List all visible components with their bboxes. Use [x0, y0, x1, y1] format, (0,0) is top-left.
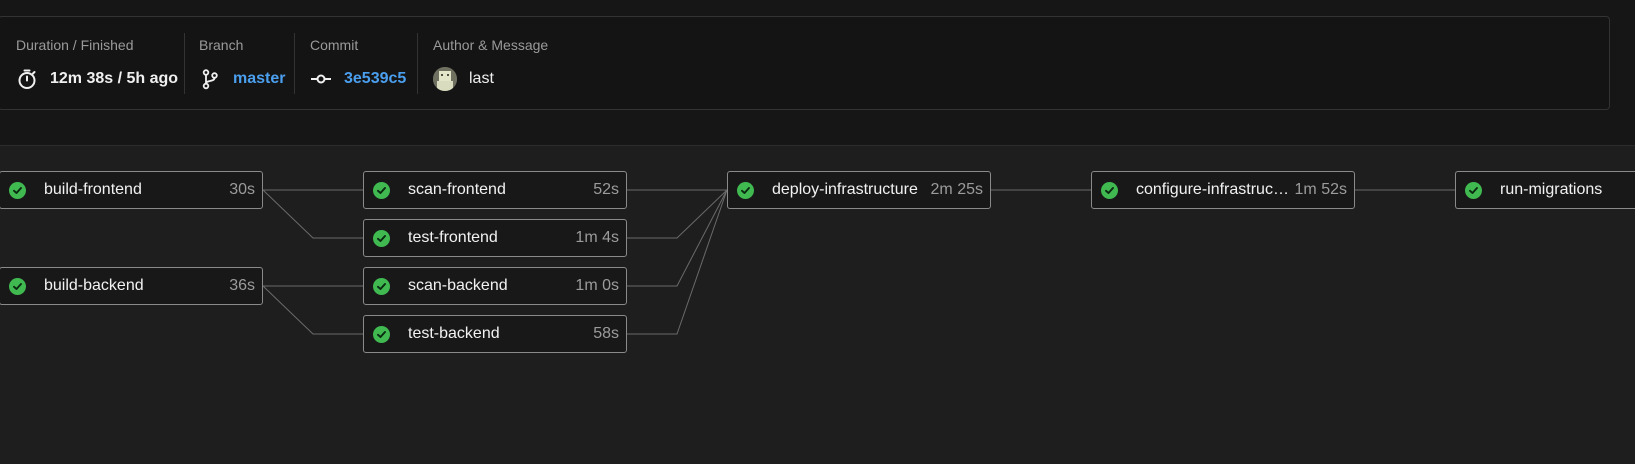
commit-value-row: 3e539c5	[310, 65, 406, 93]
pipeline-header: Duration / Finished 12m 38s / 5h ago Bra…	[0, 0, 1635, 146]
job-name: configure-infrastructure	[1136, 181, 1291, 198]
branch-link[interactable]: master	[233, 70, 285, 88]
success-check-icon	[373, 325, 390, 343]
duration-label: Duration / Finished	[16, 37, 134, 53]
branch-value-row: master	[199, 65, 285, 93]
success-check-icon	[1465, 181, 1482, 199]
job-name: build-frontend	[44, 181, 142, 198]
duration-value: 12m 38s / 5h ago	[50, 70, 179, 87]
stopwatch-icon	[16, 68, 38, 90]
job-name: test-frontend	[408, 229, 498, 246]
job-test-frontend[interactable]: test-frontend 1m 4s	[363, 219, 627, 257]
commit-link[interactable]: 3e539c5	[344, 70, 406, 88]
success-check-icon	[9, 181, 26, 199]
job-name: scan-backend	[408, 277, 508, 294]
job-duration: 2m 25s	[930, 181, 983, 198]
divider	[184, 33, 185, 94]
job-duration: 52s	[593, 181, 619, 198]
job-duration: 1m 52s	[1294, 181, 1347, 198]
duration-section: Duration / Finished 12m 38s / 5h ago	[16, 17, 186, 109]
git-branch-icon	[199, 68, 221, 90]
job-name: test-backend	[408, 325, 500, 342]
commit-section: Commit 3e539c5	[310, 17, 420, 109]
success-check-icon	[9, 277, 26, 295]
job-duration: 30s	[229, 181, 255, 198]
job-duration: 36s	[229, 277, 255, 294]
divider	[417, 33, 418, 94]
job-duration: 1m 0s	[575, 277, 619, 294]
commit-message: last	[469, 70, 494, 87]
author-section: Author & Message last	[433, 17, 613, 109]
job-deploy-infrastructure[interactable]: deploy-infrastructure 2m 25s	[727, 171, 991, 209]
job-name: run-migrations	[1500, 181, 1603, 198]
pipeline-graph: build-frontend 30s build-backend 36s sca…	[0, 146, 1635, 464]
branch-section: Branch master	[199, 17, 299, 109]
job-name: scan-frontend	[408, 181, 506, 198]
branch-label: Branch	[199, 37, 244, 53]
job-build-backend[interactable]: build-backend 36s	[0, 267, 263, 305]
success-check-icon	[737, 181, 754, 199]
job-name: deploy-infrastructure	[772, 181, 918, 198]
job-duration: 1m 4s	[575, 229, 619, 246]
success-check-icon	[373, 181, 390, 199]
success-check-icon	[1101, 181, 1118, 199]
job-build-frontend[interactable]: build-frontend 30s	[0, 171, 263, 209]
pipeline-summary-card: Duration / Finished 12m 38s / 5h ago Bra…	[0, 16, 1610, 110]
job-configure-infrastructure[interactable]: configure-infrastructure 1m 52s	[1091, 171, 1355, 209]
job-scan-backend[interactable]: scan-backend 1m 0s	[363, 267, 627, 305]
success-check-icon	[373, 229, 390, 247]
edge	[262, 285, 364, 335]
commit-label: Commit	[310, 37, 359, 53]
git-commit-icon	[310, 68, 332, 90]
job-name: build-backend	[44, 277, 144, 294]
job-scan-frontend[interactable]: scan-frontend 52s	[363, 171, 627, 209]
job-duration: 58s	[593, 325, 619, 342]
author-label: Author & Message	[433, 37, 549, 53]
edge	[627, 189, 728, 335]
success-check-icon	[373, 277, 390, 295]
job-test-backend[interactable]: test-backend 58s	[363, 315, 627, 353]
edge	[262, 189, 364, 239]
divider	[294, 33, 295, 94]
edge	[627, 189, 728, 239]
duration-value-row: 12m 38s / 5h ago	[16, 65, 178, 93]
avatar	[433, 67, 457, 91]
job-run-migrations[interactable]: run-migrations	[1455, 171, 1635, 209]
author-value-row: last	[433, 65, 494, 93]
